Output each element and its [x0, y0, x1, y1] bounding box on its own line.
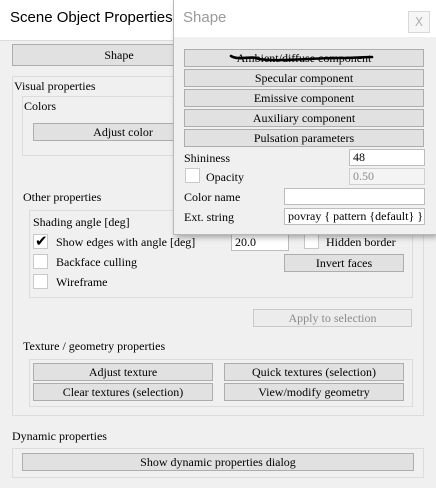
close-icon[interactable]: X: [408, 11, 430, 33]
texture-geometry-label: Texture / geometry properties: [23, 339, 166, 353]
opacity-input[interactable]: 0.50: [349, 168, 425, 185]
specular-button[interactable]: Specular component: [184, 69, 424, 87]
emissive-button[interactable]: Emissive component: [184, 89, 424, 107]
color-name-input[interactable]: [284, 188, 425, 205]
hidden-border-checkbox[interactable]: [304, 234, 319, 249]
show-edges-label: Show edges with angle [deg]: [56, 235, 196, 249]
visual-properties-label: Visual properties: [14, 79, 96, 93]
edge-angle-input[interactable]: 20.0: [231, 234, 289, 251]
auxiliary-button[interactable]: Auxiliary component: [184, 109, 424, 127]
wireframe-checkbox[interactable]: [33, 274, 48, 289]
colors-label: Colors: [24, 99, 57, 113]
clear-textures-button[interactable]: Clear textures (selection): [33, 383, 213, 401]
shape-titlebar[interactable]: Shape X: [174, 0, 436, 37]
wireframe-label: Wireframe: [56, 275, 108, 289]
shininess-label: Shininess: [184, 151, 231, 165]
show-dynamic-properties-button[interactable]: Show dynamic properties dialog: [22, 453, 414, 471]
dynamic-properties-label: Dynamic properties: [12, 429, 107, 443]
opacity-checkbox[interactable]: [185, 168, 200, 183]
apply-to-selection-button[interactable]: Apply to selection: [253, 309, 412, 327]
ink-underline-annotation: [229, 54, 374, 62]
backface-culling-label: Backface culling: [56, 255, 137, 269]
invert-faces-button[interactable]: Invert faces: [284, 254, 404, 272]
other-properties-label: Other properties: [23, 190, 102, 204]
opacity-label: Opacity: [206, 170, 244, 184]
quick-textures-button[interactable]: Quick textures (selection): [224, 363, 404, 381]
backface-culling-checkbox[interactable]: [33, 254, 48, 269]
color-name-label: Color name: [184, 190, 241, 204]
checkmark-icon: ✔: [35, 232, 48, 250]
view-modify-geometry-button[interactable]: View/modify geometry: [224, 383, 404, 401]
ext-string-input[interactable]: povray { pattern {default} }: [284, 208, 425, 225]
pulsation-button[interactable]: Pulsation parameters: [184, 129, 424, 147]
shading-angle-label: Shading angle [deg]: [33, 215, 130, 229]
shape-window[interactable]: Shape X Ambient/diffuse component Specul…: [174, 0, 436, 234]
main-window-title: Scene Object Properties: [10, 9, 173, 26]
shape-window-title: Shape: [183, 9, 227, 26]
shininess-input[interactable]: 48: [349, 149, 425, 166]
adjust-texture-button[interactable]: Adjust texture: [33, 363, 213, 381]
show-edges-checkbox[interactable]: ✔: [33, 232, 48, 250]
ext-string-label: Ext. string: [184, 210, 234, 224]
hidden-border-label: Hidden border: [326, 235, 396, 249]
